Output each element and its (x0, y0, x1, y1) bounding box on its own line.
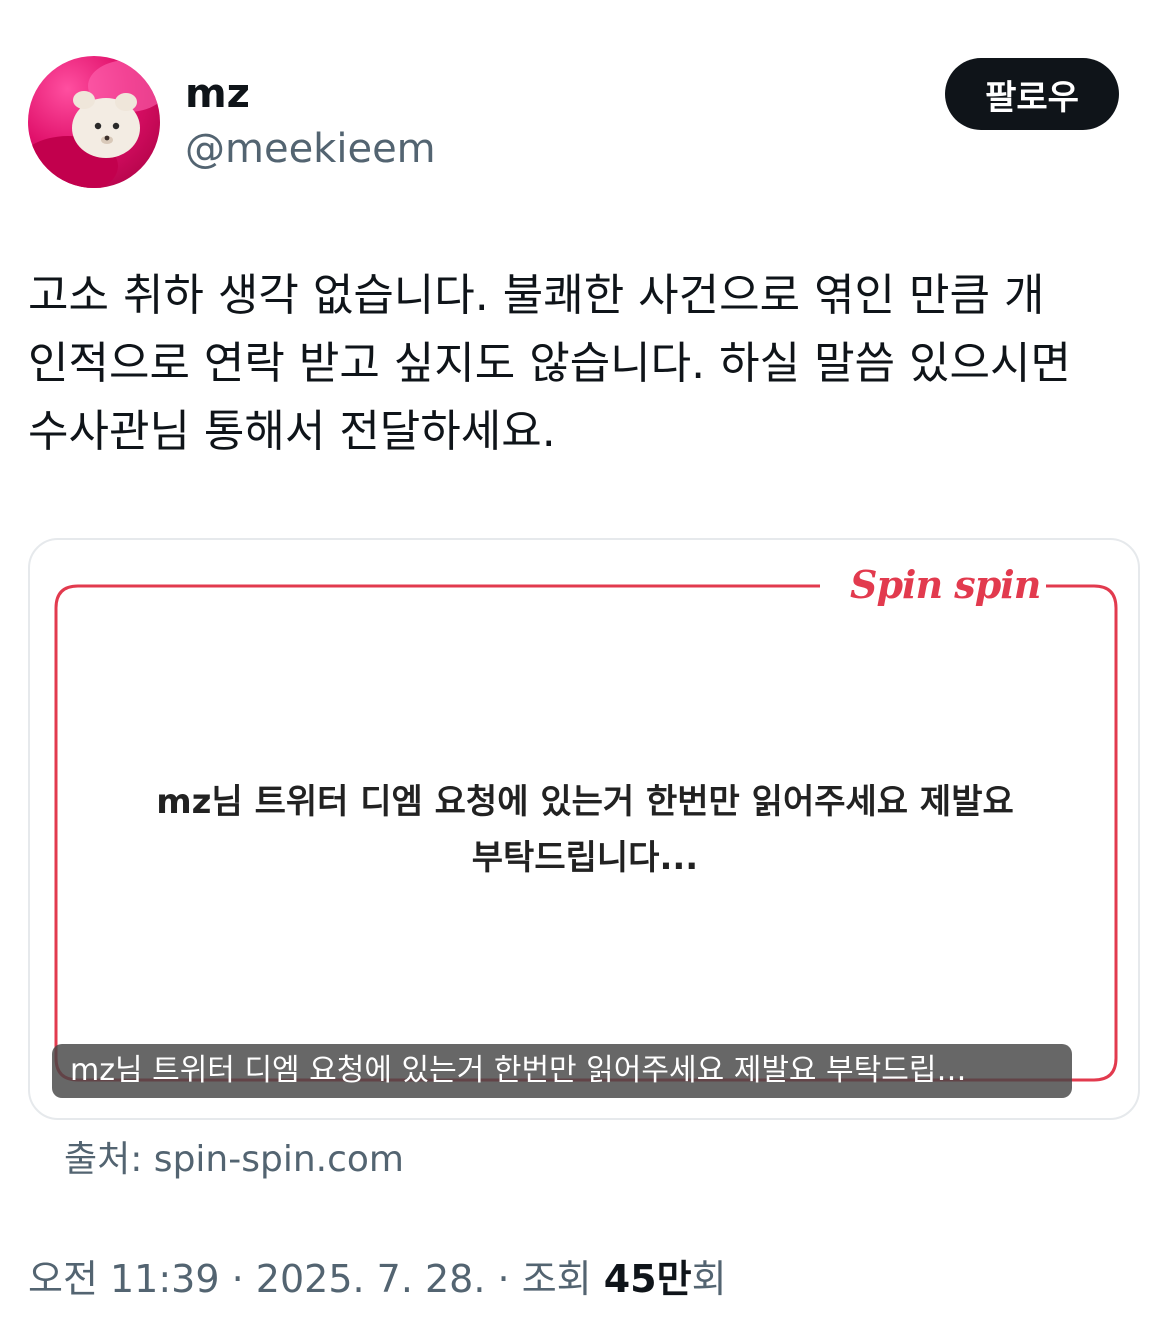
separator-dot: · (231, 1257, 244, 1301)
tweet-meta: 오전 11:39 · 2025. 7. 28. · 조회 45만회 (28, 1254, 727, 1304)
follow-button[interactable]: 팔로우 (945, 58, 1119, 130)
tweet-text-line: 고소 취하 생각 없습니다. 불쾌한 사건으로 엮인 만큼 개 (28, 270, 1045, 321)
card-message: mz님 트위터 디엠 요청에 있는거 한번만 읽어주세요 제발요 부탁드립니다.… (70, 774, 1100, 886)
brand-logo: Spin spin (844, 560, 1047, 610)
views-unit: 회 (691, 1257, 727, 1301)
tweet-time[interactable]: 오전 11:39 (28, 1257, 220, 1301)
card-message-line: mz님 트위터 디엠 요청에 있는거 한번만 읽어주세요 제발요 (156, 782, 1014, 822)
plush-toy-avatar-icon (28, 60, 160, 188)
avatar[interactable] (28, 56, 160, 188)
tweet-date[interactable]: 2025. 7. 28. (256, 1257, 486, 1301)
separator-dot: · (497, 1257, 510, 1301)
card-message-line: 부탁드립니다... (471, 838, 699, 878)
tweet-text: 고소 취하 생각 없습니다. 불쾌한 사건으로 엮인 만큼 개 인적으로 연락 … (28, 262, 1148, 466)
source-link[interactable]: 출처: spin-spin.com (64, 1136, 404, 1184)
tweet-text-line: 인적으로 연락 받고 싶지도 않습니다. 하실 말씀 있으시면 (28, 338, 1071, 389)
tweet-text-line: 수사관님 통해서 전달하세요. (28, 406, 556, 457)
media-card[interactable]: Spin spin mz님 트위터 디엠 요청에 있는거 한번만 읽어주세요 제… (28, 538, 1140, 1120)
views-label: 조회 (521, 1257, 592, 1301)
views-count: 45만 (603, 1257, 692, 1301)
media-caption: mz님 트위터 디엠 요청에 있는거 한번만 읽어주세요 제발요 부탁드립… (52, 1044, 1072, 1098)
follow-button-label: 팔로우 (985, 77, 1079, 118)
user-handle[interactable]: @meekieem (185, 124, 436, 174)
display-name[interactable]: mz (185, 70, 250, 118)
